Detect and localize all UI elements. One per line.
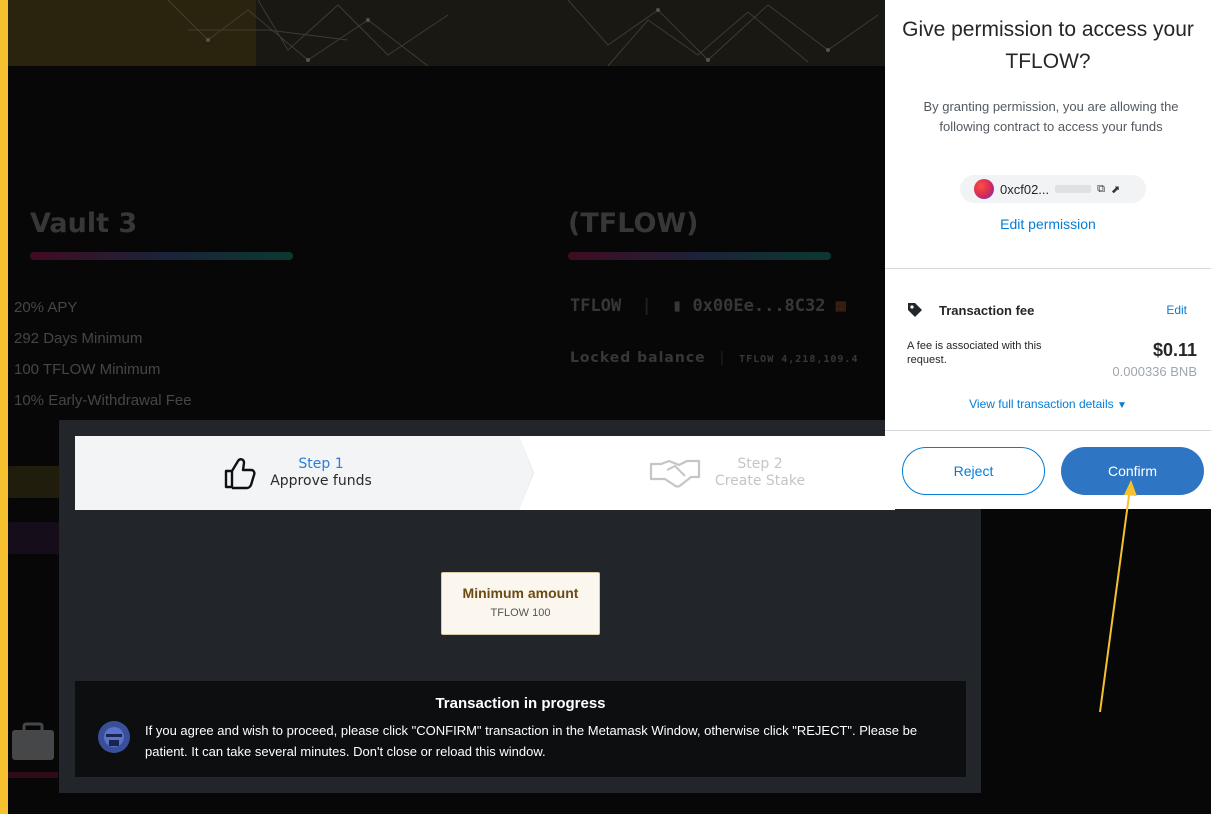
metamask-window: Give permission to access your TFLOW? By… [885, 0, 1211, 509]
token-symbol: TFLOW [570, 296, 622, 316]
briefcase-icon [12, 722, 54, 760]
contract-address: 0xcf02... [1000, 181, 1050, 197]
fee-usd: $0.11 [1152, 340, 1197, 360]
token-line: TFLOW | ▮ 0x00Ee...8C32 ▩ [570, 296, 846, 316]
copy-icon: ▮ [671, 296, 683, 316]
fee-description: A fee is associated with this request. [907, 340, 1042, 366]
metamask-subtitle: By granting permission, you are allowing… [923, 99, 1179, 134]
spinner-icon [98, 721, 130, 753]
steps-bar: Step 1 Approve funds Step 2 Create Stake [75, 436, 895, 510]
token-divider [568, 252, 831, 260]
minimum-amount-title: Minimum amount [462, 585, 579, 601]
tag-icon [908, 303, 922, 317]
side-divider [8, 772, 58, 778]
external-link-icon[interactable]: ⬈ [1111, 183, 1120, 196]
vault-divider [30, 252, 293, 260]
progress-title: Transaction in progress [435, 695, 606, 712]
transaction-fee-row: Transaction fee Edit [907, 302, 1187, 318]
step2-label: Create Stake [714, 473, 806, 489]
step1-number: Step 1 [298, 456, 344, 472]
view-details-link[interactable]: View full transaction details ▼ [885, 397, 1211, 411]
thumbs-up-icon [225, 458, 256, 490]
vault-days: 292 Days Minimum [14, 330, 143, 347]
locked-value: TFLOW 4,218,109.4 [739, 354, 859, 365]
step2-text: Step 2 Create Stake [715, 456, 805, 490]
step2-number: Step 2 [737, 456, 783, 472]
vault-title: Vault 3 [30, 208, 138, 239]
caret-down-icon: ▼ [1116, 400, 1127, 411]
confirm-button[interactable]: Confirm [1061, 447, 1204, 495]
identicon [974, 179, 994, 199]
token-title: (TFLOW) [568, 208, 699, 239]
vault-info-list: 20% APY 292 Days Minimum 100 TFLOW Minim… [14, 292, 192, 416]
vault-minimum: 100 TFLOW Minimum [14, 361, 161, 378]
minimum-amount-box: Minimum amount TFLOW 100 [441, 572, 600, 635]
divider [885, 268, 1211, 269]
locked-label: Locked balance [570, 350, 706, 366]
vault-fee: 10% Early-Withdrawal Fee [14, 392, 192, 409]
metamask-fox-icon: ▩ [835, 296, 846, 316]
metamask-title: Give permission to access your TFLOW? [902, 18, 1194, 73]
redacted-address [1055, 185, 1092, 193]
transaction-progress-panel: Transaction in progress If you agree and… [75, 681, 966, 777]
transaction-fee-label: Transaction fee [939, 302, 1035, 318]
vault-apy: 20% APY [14, 299, 78, 316]
fee-edit-link[interactable]: Edit [1166, 303, 1187, 317]
fee-bnb: 0.000336 BNB [1112, 364, 1197, 379]
edit-permission-link[interactable]: Edit permission [885, 216, 1211, 232]
handshake-icon [649, 459, 701, 488]
reject-button[interactable]: Reject [902, 447, 1045, 495]
view-details-label: View full transaction details [969, 397, 1114, 411]
token-address: 0x00Ee...8C32 [692, 296, 826, 316]
step1-text: Step 1 Approve funds [270, 456, 372, 490]
copy-icon[interactable]: ⧉ [1097, 183, 1105, 196]
network-pattern [167, 0, 879, 66]
hero-banner [8, 0, 888, 66]
minimum-amount-value: TFLOW 100 [490, 607, 551, 619]
divider [885, 430, 1211, 431]
progress-text: If you agree and wish to proceed, please… [145, 723, 918, 759]
locked-line: Locked balance | TFLOW 4,218,109.4 [570, 350, 859, 366]
contract-address-chip[interactable]: 0xcf02... ⧉ ⬈ [960, 175, 1146, 203]
step-approve-funds: Step 1 Approve funds [75, 436, 534, 510]
step-create-stake: Step 2 Create Stake [519, 436, 895, 510]
stake-modal: Step 1 Approve funds Step 2 Create Stake… [59, 420, 981, 793]
step1-label: Approve funds [270, 473, 372, 489]
